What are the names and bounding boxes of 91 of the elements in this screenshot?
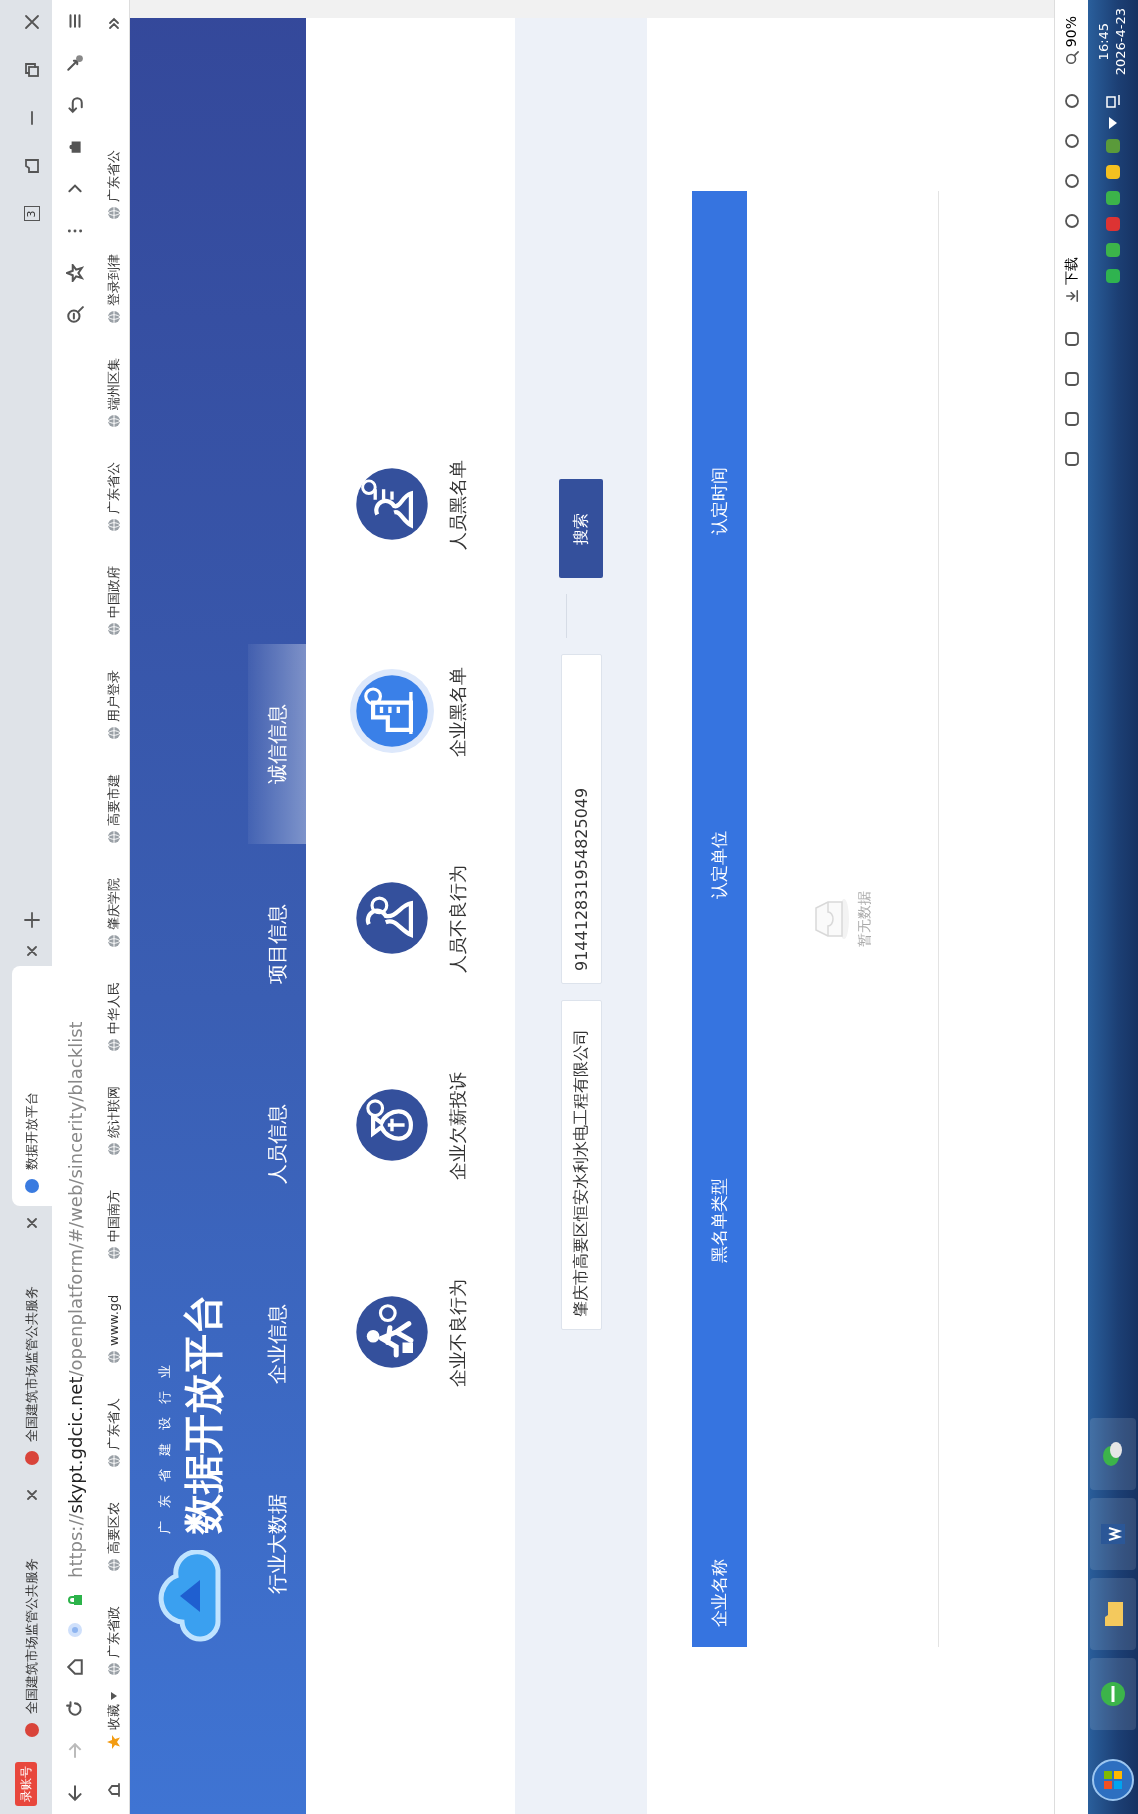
bookmark-link[interactable]: 登录到律 [101,232,126,328]
window-count-button[interactable]: 3 [12,192,52,236]
taskbar-app[interactable] [1090,1658,1136,1730]
account-badge[interactable]: 录账号 [15,1762,37,1806]
globe-icon [106,518,121,532]
close-icon [27,946,37,956]
globe-icon [106,1246,121,1260]
browser-tab[interactable]: 全国建筑市场监管公共服务 [12,1510,52,1750]
menu-icon[interactable] [66,12,84,30]
globe-icon [106,1142,121,1156]
nav-tab[interactable]: 企业信息 [248,1244,306,1444]
zoom-icon[interactable] [66,306,84,324]
clock[interactable]: 16:45 2026-4-23 [1096,8,1130,76]
taskbar-app[interactable] [1090,1418,1136,1490]
globe-icon [106,310,121,324]
caret-icon [110,1692,117,1700]
globe-icon [106,1454,121,1468]
globe-icon [106,414,121,428]
globe-icon [24,1722,40,1738]
nav-tab[interactable]: 项目信息 [248,844,306,1044]
bookmark-link[interactable]: 广东省政 [101,1584,126,1680]
bookmark-link[interactable]: 中国南方 [101,1168,126,1264]
sidebar-icon[interactable] [105,1782,122,1798]
taskbar-app[interactable] [1090,1498,1136,1570]
restore-icon[interactable] [24,62,40,78]
bookmark-link[interactable]: 中华人民 [101,960,126,1056]
globe-icon [106,206,121,220]
globe-icon [106,1662,121,1676]
star-icon[interactable] [66,264,84,282]
bookmark-link[interactable]: 中国政府 [101,544,126,640]
column-header: 认定时间 [707,466,730,537]
back-arrow-icon[interactable] [66,1784,84,1802]
close-icon[interactable] [24,14,40,30]
lock-icon [68,1594,82,1606]
start-orb-icon[interactable] [1091,1758,1135,1802]
site-subtitle: 广东省建设行业 [156,1351,174,1534]
globe-icon [106,1038,121,1052]
bookmark-link[interactable]: 统计联网 [101,1064,126,1160]
bookmark-link[interactable]: 肇庆学院 [101,856,126,952]
bookmark-link[interactable]: 广东省人 [101,1376,126,1472]
plus-icon [24,912,40,928]
bookmark-link[interactable]: 广东省公 [101,128,126,224]
bookmark-link[interactable]: 高要区农 [101,1480,126,1576]
search-field[interactable]: 肇庆市高要区恒安水利水电工程有限公司 [560,1000,602,1330]
globe-icon [106,1558,121,1572]
search-field[interactable]: 914412831954825049 [560,654,602,984]
zoom-button[interactable]: 90% [1057,12,1086,70]
url-text[interactable]: https://skypt.gdcic.net/openplatform/#/web/sincerity/blacklist [61,344,89,1578]
close-icon [27,1490,37,1500]
globe-icon [106,726,121,740]
column-header: 企业名称 [707,1558,730,1629]
favorites-menu[interactable]: 收藏 [101,1688,126,1754]
taskbar-app[interactable] [1090,1578,1136,1650]
download-button[interactable]: 下载 [1057,253,1086,308]
browser-tab[interactable]: 数据开放平台 [12,966,52,1206]
globe-icon [24,1178,40,1194]
bookmark-link[interactable]: 广东省公 [101,440,126,536]
caret-icon[interactable] [1109,117,1117,130]
globe-icon [106,830,121,844]
category-tab[interactable]: 企业欠薪投诉 [349,1022,472,1229]
bookmark-link[interactable]: 高要市建 [101,752,126,848]
tab-icon[interactable] [24,158,40,174]
download-icon [1064,289,1079,304]
globe-icon [106,934,121,948]
category-tab[interactable]: 人员黑名单 [349,401,472,608]
category-tab[interactable]: 企业黑名单 [349,608,472,815]
bookmark-link[interactable]: 端州区集 [101,336,126,432]
bookmark-link[interactable]: www.gd [101,1272,126,1368]
nav-tab[interactable]: 行业大数据 [248,1444,306,1644]
zoom-icon [1064,51,1079,66]
star-icon [105,1734,122,1750]
undo-icon[interactable] [66,96,84,114]
site-title: 数据开放平台 [182,1294,223,1534]
category-tab[interactable]: 人员不良行为 [349,815,472,1022]
nav-tab[interactable]: 诚信信息 [248,644,306,844]
double-chevron-icon[interactable] [106,16,121,30]
empty-text: 暂无数据 [855,891,873,947]
home-icon[interactable] [66,1658,84,1676]
browser-tab[interactable]: 全国建筑市场监管公共服务 [12,1238,52,1478]
refresh-icon[interactable] [66,1700,84,1718]
column-header: 黑名单类型 [707,1177,730,1265]
globe-icon [24,1450,40,1466]
close-icon [27,1218,37,1228]
building-icon [350,669,434,754]
search-button[interactable]: 搜索 [559,479,603,578]
globe-icon [106,622,121,636]
globe-icon [106,1350,121,1364]
category-tab[interactable]: 企业不良行为 [349,1229,472,1436]
bookmark-link[interactable]: 用户登录 [101,648,126,744]
nav-tab[interactable]: 人员信息 [248,1044,306,1244]
column-header: 认定单位 [707,830,730,901]
